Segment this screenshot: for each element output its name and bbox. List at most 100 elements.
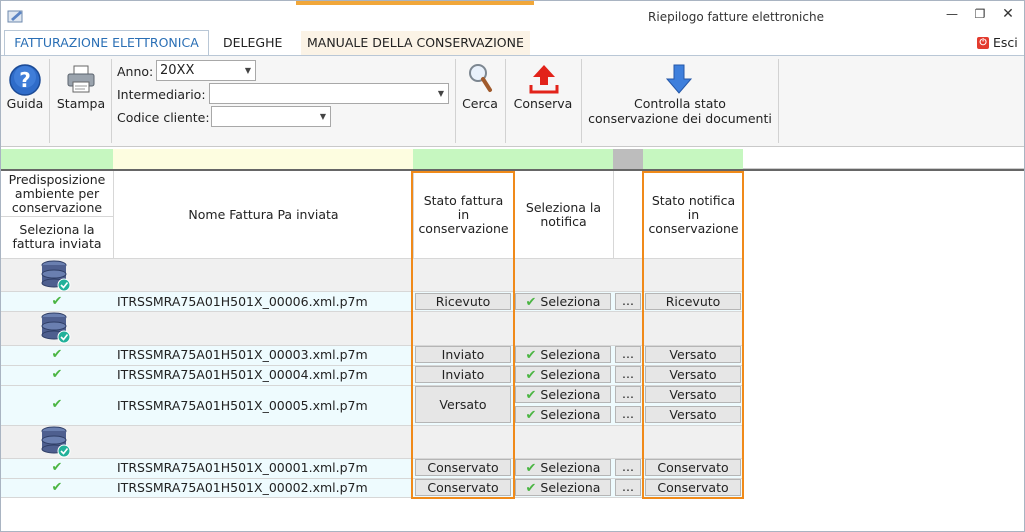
- database-check-icon: [41, 426, 71, 458]
- stato-notifica-button[interactable]: Versato: [645, 366, 741, 383]
- anno-select[interactable]: 20XX ▼: [156, 60, 256, 81]
- seleziona-label: Seleziona: [540, 294, 601, 309]
- stato-notifica-button[interactable]: Versato: [645, 406, 741, 423]
- band-cell: [113, 149, 413, 169]
- header-seleziona-fattura: Seleziona la fattura inviata: [1, 218, 113, 256]
- check-icon: ✔: [525, 348, 537, 363]
- minimize-icon[interactable]: —: [941, 6, 963, 22]
- ribbon-separator: [111, 59, 112, 143]
- guida-label: Guida: [6, 96, 44, 111]
- search-icon: [469, 64, 492, 92]
- active-tab-strip: [296, 1, 534, 5]
- group-row: [1, 258, 743, 292]
- intermediario-select[interactable]: ▼: [209, 83, 449, 104]
- select-check-icon[interactable]: ✔: [1, 366, 113, 382]
- band-cell: [413, 149, 513, 169]
- seleziona-notifica-button[interactable]: ✔ Seleziona: [515, 293, 611, 310]
- ribbon-separator: [455, 59, 456, 143]
- check-icon: ✔: [525, 388, 537, 403]
- stato-fattura-button[interactable]: Conservato: [415, 479, 511, 496]
- seleziona-notifica-button[interactable]: ✔ Seleziona: [515, 386, 611, 403]
- more-button[interactable]: ...: [615, 406, 641, 423]
- seleziona-notifica-button[interactable]: ✔ Seleziona: [515, 459, 611, 476]
- check-icon: ✔: [525, 481, 537, 496]
- controlla-label-line1: Controlla stato: [634, 96, 726, 111]
- printer-icon: [67, 65, 95, 93]
- header-predisposizione: Predisposizione ambiente per conservazio…: [1, 172, 113, 216]
- more-button[interactable]: ...: [615, 293, 641, 310]
- stato-notifica-button[interactable]: Conservato: [645, 459, 741, 476]
- cerca-button[interactable]: Cerca: [458, 61, 502, 115]
- more-button[interactable]: ...: [615, 479, 641, 496]
- group-row: [1, 311, 743, 345]
- conserva-button[interactable]: Conserva: [508, 61, 578, 115]
- seleziona-notifica-button[interactable]: ✔ Seleziona: [515, 366, 611, 383]
- controlla-stato-button[interactable]: Controlla stato conservazione dei docume…: [585, 61, 775, 131]
- select-check-icon[interactable]: ✔: [1, 293, 113, 309]
- exit-button[interactable]: ⏻ Esci: [977, 35, 1018, 50]
- check-icon: ✔: [525, 461, 537, 476]
- stato-notifica-button[interactable]: Ricevuto: [645, 293, 741, 310]
- band-cell: [613, 149, 643, 169]
- seleziona-notifica-button[interactable]: ✔ Seleziona: [515, 346, 611, 363]
- stato-fattura-button[interactable]: Ricevuto: [415, 293, 511, 310]
- anno-value: 20XX: [160, 63, 195, 78]
- restore-icon[interactable]: ❐: [969, 6, 991, 22]
- more-button[interactable]: ...: [615, 346, 641, 363]
- intermediario-label: Intermediario:: [117, 87, 206, 102]
- tab-deleghe[interactable]: DELEGHE: [217, 31, 288, 55]
- stato-fattura-button[interactable]: Inviato: [415, 366, 511, 383]
- title-bar: Riepilogo fatture elettroniche — ❐ ✕: [1, 1, 1024, 31]
- app-window: Riepilogo fatture elettroniche — ❐ ✕ FAT…: [0, 0, 1025, 532]
- stato-fattura-button[interactable]: Versato: [415, 386, 511, 423]
- stato-fattura-button[interactable]: Conservato: [415, 459, 511, 476]
- svg-text:?: ?: [19, 68, 31, 92]
- more-button[interactable]: ...: [615, 459, 641, 476]
- conserva-label: Conserva: [513, 96, 573, 111]
- stato-fattura-button[interactable]: Inviato: [415, 346, 511, 363]
- exit-label: Esci: [993, 35, 1018, 50]
- more-button[interactable]: ...: [615, 386, 641, 403]
- band-cell: [513, 149, 613, 169]
- check-icon: ✔: [525, 368, 537, 383]
- tab-fatturazione-elettronica[interactable]: FATTURAZIONE ELETTRONICA: [4, 30, 209, 56]
- stampa-label: Stampa: [56, 96, 106, 111]
- tab-manuale-conservazione[interactable]: MANUALE DELLA CONSERVAZIONE: [301, 31, 530, 55]
- check-icon: ✔: [525, 295, 537, 310]
- app-icon: [7, 10, 23, 23]
- header-seleziona-notifica: Seleziona la notifica: [514, 172, 613, 257]
- power-icon: ⏻: [977, 36, 989, 49]
- select-check-icon[interactable]: ✔: [1, 459, 113, 475]
- invoice-grid: Predisposizione ambiente per conservazio…: [1, 147, 1024, 531]
- controlla-label-line2: conservazione dei documenti: [588, 111, 772, 126]
- seleziona-label: Seleziona: [540, 387, 601, 402]
- header-nome-fattura: Nome Fattura Pa inviata: [114, 172, 413, 257]
- select-check-icon[interactable]: ✔: [1, 346, 113, 362]
- seleziona-notifica-button[interactable]: ✔ Seleziona: [515, 479, 611, 496]
- cerca-label: Cerca: [462, 96, 498, 111]
- header-stato-fattura: Stato fattura in conservazione: [414, 172, 513, 257]
- header-stato-notifica: Stato notifica in conservazione: [644, 172, 743, 257]
- seleziona-label: Seleziona: [540, 460, 601, 475]
- ribbon-separator: [49, 59, 50, 143]
- guida-button[interactable]: ? Guida: [4, 61, 46, 115]
- grid-line: [743, 171, 744, 489]
- chevron-down-icon: ▼: [437, 89, 444, 98]
- invoice-name: ITRSSMRA75A01H501X_00003.xml.p7m: [117, 347, 368, 362]
- ribbon-separator: [581, 59, 582, 143]
- stampa-button[interactable]: Stampa: [53, 61, 109, 115]
- close-icon[interactable]: ✕: [997, 6, 1019, 22]
- invoice-name: ITRSSMRA75A01H501X_00004.xml.p7m: [117, 367, 368, 382]
- invoice-name: ITRSSMRA75A01H501X_00001.xml.p7m: [117, 460, 368, 475]
- stato-notifica-button[interactable]: Versato: [645, 386, 741, 403]
- stato-notifica-button[interactable]: Conservato: [645, 479, 741, 496]
- chevron-down-icon: ▼: [244, 66, 251, 75]
- database-check-icon: [41, 260, 71, 292]
- select-check-icon[interactable]: ✔: [1, 396, 113, 412]
- more-button[interactable]: ...: [615, 366, 641, 383]
- seleziona-notifica-button[interactable]: ✔ Seleziona: [515, 406, 611, 423]
- check-icon: ✔: [525, 408, 537, 423]
- codice-cliente-select[interactable]: ▼: [211, 106, 331, 127]
- select-check-icon[interactable]: ✔: [1, 479, 113, 495]
- stato-notifica-button[interactable]: Versato: [645, 346, 741, 363]
